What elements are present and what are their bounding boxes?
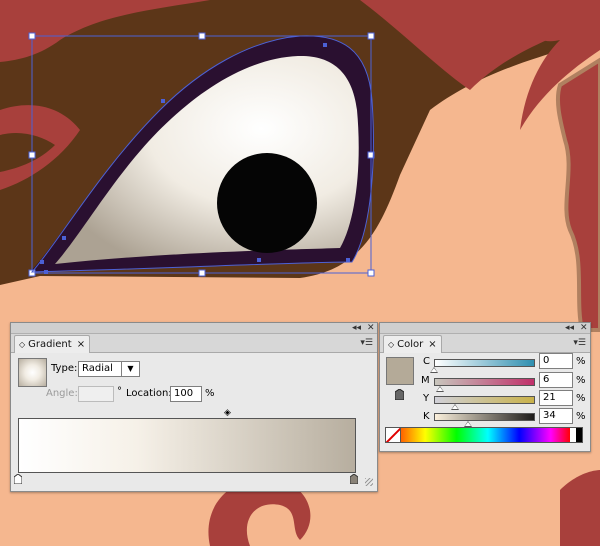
black-slider[interactable] xyxy=(434,413,535,421)
yellow-slider-thumb[interactable] xyxy=(451,404,459,410)
magenta-label: M xyxy=(421,375,430,386)
yellow-label: Y xyxy=(423,393,430,404)
location-percent: % xyxy=(205,388,215,399)
gradient-stop-end[interactable] xyxy=(350,474,358,484)
type-label: Type: xyxy=(51,363,78,374)
magenta-slider[interactable] xyxy=(434,378,535,386)
pupil xyxy=(217,153,317,253)
black-label: K xyxy=(423,411,430,422)
location-label: Location: xyxy=(126,388,172,399)
fill-color-swatch[interactable] xyxy=(386,357,414,385)
tab-color-label: Color xyxy=(397,339,424,350)
close-panel-icon[interactable]: ✕ xyxy=(367,323,375,333)
collapse-icon[interactable]: ◂◂ xyxy=(565,323,574,333)
gradient-type-select[interactable]: Radial ▼ xyxy=(78,361,140,377)
tab-color[interactable]: ◇ Color × xyxy=(383,335,442,353)
black-percent: % xyxy=(576,411,586,422)
magenta-percent: % xyxy=(576,375,586,386)
color-spectrum-ramp[interactable] xyxy=(385,427,583,443)
tab-diamond-icon: ◇ xyxy=(388,340,395,349)
gradient-panel-titlebar[interactable]: ◂◂ ✕ xyxy=(11,323,377,334)
gradient-preview-swatch[interactable] xyxy=(18,358,47,387)
angle-input[interactable] xyxy=(78,386,114,402)
cyan-slider-thumb[interactable] xyxy=(430,367,438,373)
gradient-stop-start[interactable] xyxy=(14,474,22,484)
gradient-slider-bar[interactable] xyxy=(18,418,356,473)
panel-menu-icon[interactable]: ▾☰ xyxy=(360,338,373,348)
yellow-slider[interactable] xyxy=(434,396,535,404)
tab-gradient[interactable]: ◇ Gradient × xyxy=(14,335,91,353)
tab-close-icon[interactable]: × xyxy=(428,339,436,350)
cyan-percent: % xyxy=(576,356,586,367)
panel-menu-icon[interactable]: ▾☰ xyxy=(573,338,586,348)
resize-grip[interactable] xyxy=(365,478,373,486)
collapse-icon[interactable]: ◂◂ xyxy=(352,323,361,333)
yellow-input[interactable]: 21 xyxy=(539,390,573,406)
cyan-label: C xyxy=(423,356,430,367)
location-input[interactable]: 100 xyxy=(170,386,202,402)
close-panel-icon[interactable]: ✕ xyxy=(580,323,588,333)
tab-gradient-label: Gradient xyxy=(28,339,72,350)
cyan-input[interactable]: 0 xyxy=(539,353,573,369)
magenta-input[interactable]: 6 xyxy=(539,372,573,388)
gradient-type-value: Radial xyxy=(82,363,113,374)
none-color-icon[interactable] xyxy=(385,427,401,443)
out-of-gamut-icon[interactable] xyxy=(395,389,404,400)
black-input[interactable]: 34 xyxy=(539,408,573,424)
midpoint-diamond-icon[interactable]: ◈ xyxy=(224,408,231,418)
yellow-percent: % xyxy=(576,393,586,404)
tab-close-icon[interactable]: × xyxy=(77,339,85,350)
tab-diamond-icon: ◇ xyxy=(19,340,26,349)
gradient-tabbar: ◇ Gradient × ▾☰ xyxy=(11,334,377,353)
color-panel-titlebar[interactable]: ◂◂ ✕ xyxy=(380,323,590,334)
cyan-slider[interactable] xyxy=(434,359,535,367)
degree-symbol: ° xyxy=(117,386,122,397)
chevron-down-icon[interactable]: ▼ xyxy=(121,361,139,377)
angle-label: Angle: xyxy=(46,388,78,399)
magenta-slider-thumb[interactable] xyxy=(436,386,444,392)
color-tabbar: ◇ Color × ▾☰ xyxy=(380,334,590,353)
